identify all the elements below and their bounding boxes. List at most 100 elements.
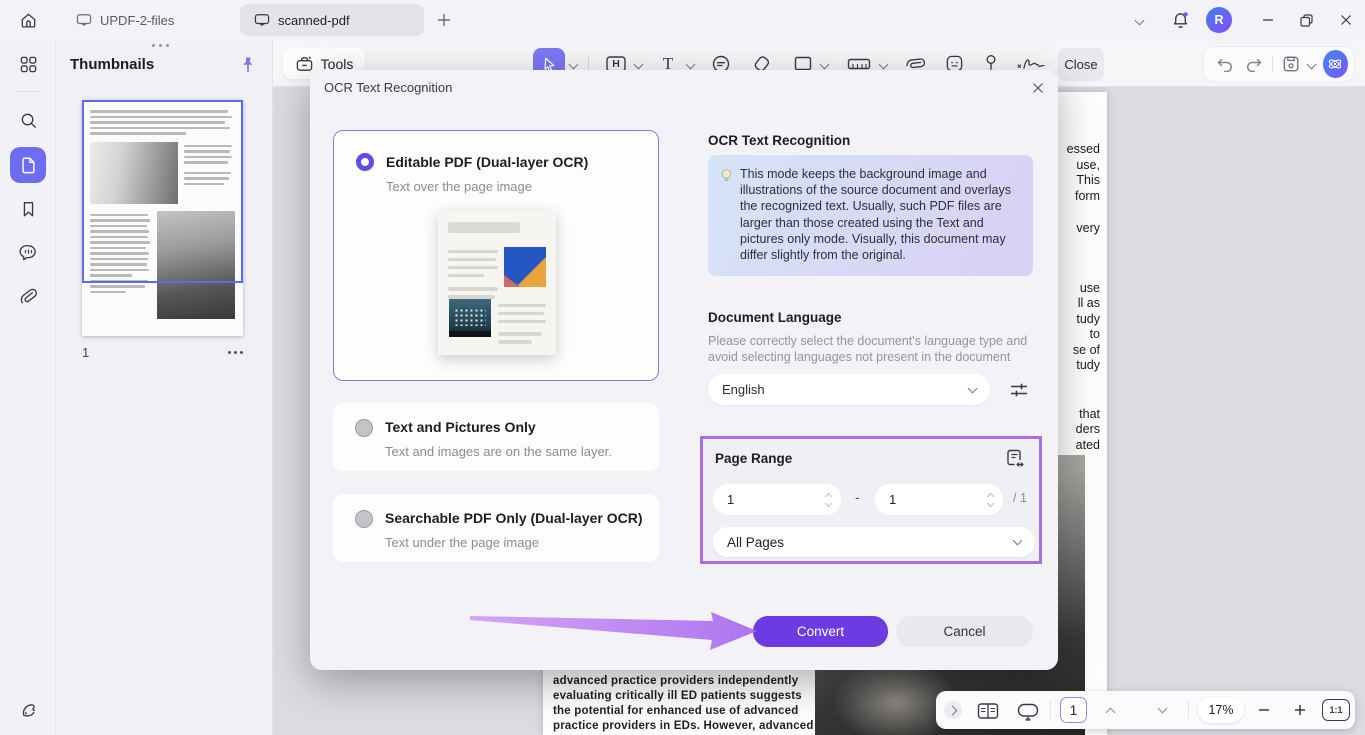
actual-size-button[interactable]: 1:1: [1322, 699, 1350, 721]
attachments-button[interactable]: [10, 278, 46, 314]
tab-document-icon: [254, 13, 270, 27]
page-range-heading: Page Range: [715, 451, 792, 466]
pin-icon[interactable]: [240, 56, 256, 73]
tab-scanned-pdf[interactable]: scanned-pdf: [240, 4, 424, 36]
restore-icon: [1299, 13, 1314, 28]
restore-button[interactable]: [1294, 10, 1318, 30]
save-button[interactable]: [1277, 49, 1304, 79]
text-tool-dropdown[interactable]: [687, 61, 694, 68]
thumbnails-panel: Thumbnails: [56, 40, 273, 735]
page-view-button[interactable]: [974, 700, 1002, 722]
page-number-input[interactable]: [1061, 698, 1086, 722]
radio-editable-pdf[interactable]: [356, 153, 374, 171]
option-text-pictures-only[interactable]: Text and Pictures Only Text and images a…: [333, 403, 659, 471]
redo-button[interactable]: [1239, 49, 1268, 79]
chevron-down-icon: [1134, 15, 1144, 25]
plus-icon: [437, 13, 451, 27]
collapse-statusbar-button[interactable]: [944, 701, 962, 719]
language-hint: Please correctly select the document's l…: [708, 333, 1030, 365]
page-thumbnail-1[interactable]: [82, 100, 243, 336]
page-to-field[interactable]: [875, 484, 1003, 515]
search-button[interactable]: [10, 102, 46, 138]
presentation-button[interactable]: [1014, 700, 1042, 722]
rail-divider: [16, 91, 40, 92]
page-from-input[interactable]: [713, 492, 793, 507]
page-thumbnails-icon: [20, 156, 37, 174]
tab-label: scanned-pdf: [278, 13, 350, 28]
minimize-button[interactable]: [1256, 10, 1280, 30]
previous-page-button[interactable]: [1100, 703, 1120, 717]
dialog-close-button[interactable]: [1028, 78, 1048, 98]
pen-tools-button[interactable]: [10, 692, 46, 728]
save-dropdown[interactable]: [1304, 49, 1319, 79]
chevron-up-icon: [1105, 707, 1115, 717]
shape-dropdown[interactable]: [821, 61, 828, 68]
pdf-page-paragraph: advanced practice providers independentl…: [553, 674, 803, 734]
language-select[interactable]: English: [708, 374, 990, 405]
next-page-button[interactable]: [1152, 701, 1172, 715]
page-from-stepper[interactable]: [826, 494, 831, 506]
minimize-icon: [1261, 13, 1275, 27]
option-label: Editable PDF (Dual-layer OCR): [386, 154, 588, 170]
convert-label: Convert: [797, 624, 844, 639]
panel-drag-handle[interactable]: [152, 44, 169, 47]
thumb-photo-1: [90, 142, 178, 204]
bookmarks-button[interactable]: [10, 191, 46, 227]
ai-assistant-button[interactable]: [1323, 50, 1348, 78]
page-number-field[interactable]: [1060, 697, 1087, 723]
chevron-down-icon: [1157, 703, 1167, 713]
apps-menu-button[interactable]: [10, 46, 46, 82]
thumbnails-panel-button[interactable]: [10, 147, 46, 183]
page-total: / 1: [1013, 491, 1027, 505]
lightbulb-icon: [719, 168, 734, 184]
bell-icon: [1171, 11, 1190, 30]
radio-text-pictures[interactable]: [355, 419, 373, 437]
language-heading: Document Language: [708, 310, 842, 325]
option-label: Text and Pictures Only: [385, 419, 536, 435]
option-editable-pdf[interactable]: Editable PDF (Dual-layer OCR) Text over …: [333, 130, 659, 381]
toolbox-icon: [295, 55, 314, 73]
tab-updf-2-files[interactable]: UPDF-2-files: [62, 4, 188, 36]
chevron-down-icon: [968, 383, 978, 393]
home-button[interactable]: [14, 6, 42, 34]
ocr-section-heading: OCR Text Recognition: [708, 133, 850, 148]
convert-button[interactable]: Convert: [753, 616, 888, 647]
page-range-preset-button[interactable]: [1003, 446, 1027, 470]
close-icon: [1031, 81, 1045, 95]
cancel-button[interactable]: Cancel: [896, 616, 1033, 647]
ocr-mode-illustration: [438, 211, 556, 355]
close-tools-button[interactable]: Close: [1058, 48, 1104, 81]
plus-icon: [1293, 703, 1307, 717]
highlighter-dropdown[interactable]: [635, 61, 642, 68]
new-tab-button[interactable]: [434, 10, 454, 30]
zoom-level[interactable]: 17%: [1198, 697, 1244, 723]
bookmark-icon: [20, 200, 37, 218]
titlebar: UPDF-2-files scanned-pdf R: [0, 0, 1365, 40]
page-from-field[interactable]: [713, 484, 841, 515]
zoom-value: 17%: [1208, 703, 1233, 717]
page-to-input[interactable]: [875, 492, 955, 507]
panel-title: Thumbnails: [70, 56, 154, 73]
notifications-button[interactable]: [1168, 8, 1192, 32]
account-avatar[interactable]: R: [1206, 7, 1232, 33]
measure-dropdown[interactable]: [880, 61, 887, 68]
close-icon: [1339, 13, 1353, 27]
page-to-stepper[interactable]: [988, 494, 993, 506]
titlebar-expand-button[interactable]: [1130, 12, 1148, 28]
option-searchable-pdf[interactable]: Searchable PDF Only (Dual-layer OCR) Tex…: [333, 494, 659, 562]
thumbnail-more-button[interactable]: [228, 351, 243, 354]
select-tool-dropdown[interactable]: [570, 61, 577, 68]
language-options-button[interactable]: [1007, 378, 1031, 402]
zoom-in-button[interactable]: [1288, 700, 1312, 720]
comments-button[interactable]: [10, 234, 46, 270]
zoom-out-button[interactable]: [1252, 700, 1276, 720]
filter-sliders-icon: [1009, 381, 1029, 399]
page-range-icon: [1005, 448, 1025, 469]
info-text: This mode keeps the background image and…: [740, 167, 1011, 262]
range-separator: -: [855, 489, 860, 505]
range-mode-select[interactable]: All Pages: [713, 527, 1035, 557]
radio-searchable-pdf[interactable]: [355, 510, 373, 528]
paperclip-icon: [19, 287, 38, 306]
undo-button[interactable]: [1210, 49, 1239, 79]
close-window-button[interactable]: [1334, 10, 1358, 30]
